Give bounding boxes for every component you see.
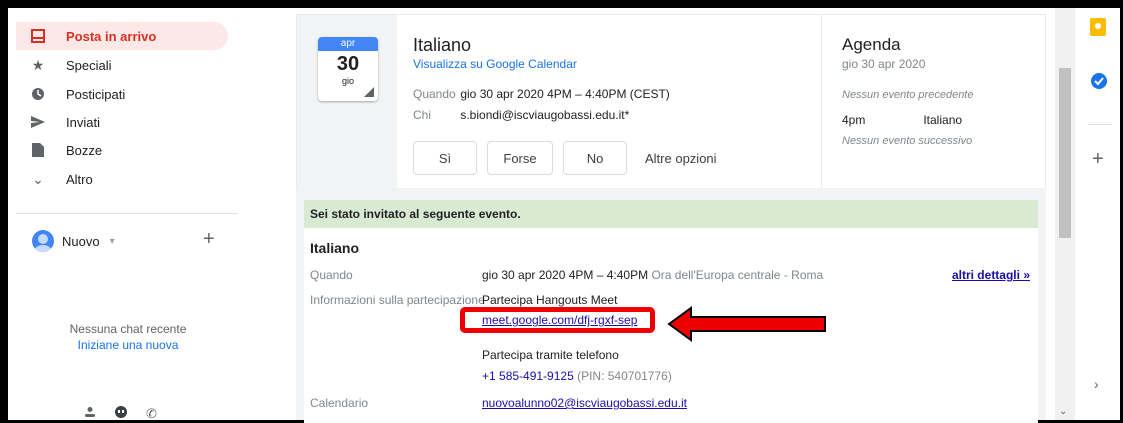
join-info-label: Informazioni sulla partecipazione: [310, 293, 485, 307]
agenda-title: Agenda: [842, 35, 901, 54]
when-label: Quando: [413, 87, 456, 101]
sidebar-item-label: Posta in arrivo: [66, 28, 157, 44]
avatar: [32, 230, 54, 252]
calendar-day: 30: [336, 53, 360, 75]
main-scrollbar[interactable]: ⌄: [1055, 8, 1075, 420]
event-title: Italiano: [413, 35, 472, 55]
calendar-date-badge: apr 30 gio: [318, 37, 378, 101]
add-addon-plus-icon[interactable]: +: [1092, 148, 1104, 171]
calendar-date-panel: apr 30 gio: [297, 15, 397, 190]
join-hangouts-text: Partecipa Hangouts Meet: [482, 293, 618, 307]
view-in-calendar-link[interactable]: Visualizza su Google Calendar: [413, 57, 577, 71]
rsvp-buttons: Sì Forse No Altre opzioni: [413, 141, 717, 175]
sidebar-item-label: Altro: [66, 171, 93, 187]
rsvp-no-button[interactable]: No: [563, 141, 627, 175]
inbox-icon: [30, 28, 46, 44]
event-when-row: Quando gio 30 apr 2020 4PM – 4:40PM (CES…: [413, 87, 670, 101]
sidebar-divider: [16, 213, 238, 214]
hangouts-chat-icon[interactable]: [114, 406, 128, 423]
sidebar-item-label: Bozze: [66, 142, 103, 158]
agenda-no-next: Nessun evento successivo: [842, 135, 973, 147]
calendar-email-link[interactable]: nuovoalunno02@iscviaugobassi.edu.it: [482, 396, 687, 410]
calendar-value: nuovoalunno02@iscviaugobassi.edu.it: [482, 396, 687, 410]
event-who-row: Chi s.biondi@iscviaugobassi.edu.it*: [413, 108, 629, 122]
keep-icon[interactable]: [1090, 18, 1108, 36]
sidebar-item-label: Inviati: [66, 114, 100, 130]
rsvp-maybe-button[interactable]: Forse: [487, 141, 553, 175]
send-icon: [30, 114, 46, 130]
sidebar-item-label: Speciali: [66, 57, 112, 73]
invite-when-label: Quando: [310, 268, 353, 282]
event-card: apr 30 gio Italiano Visualizza su Google…: [296, 14, 1047, 190]
tasks-icon[interactable]: [1090, 72, 1108, 90]
page-fold-icon: [364, 87, 374, 97]
more-details-link[interactable]: altri dettagli »: [952, 268, 1030, 282]
arrow-annotation-icon: [667, 306, 826, 342]
invite-banner: Sei stato invitato al seguente evento.: [304, 200, 1038, 228]
phone-number[interactable]: +1 585-491-9125: [482, 369, 574, 383]
rail-divider: [1088, 124, 1112, 125]
agenda-panel: Agenda gio 30 apr 2020 Nessun evento pre…: [821, 15, 1047, 190]
rsvp-yes-button[interactable]: Sì: [413, 141, 477, 175]
sidebar-item-inbox[interactable]: Posta in arrivo: [16, 22, 228, 50]
phone-row: +1 585-491-9125 (PIN: 540701776): [482, 369, 672, 383]
invite-title: Italiano: [310, 240, 360, 256]
no-chat-text: Nessuna chat recente: [69, 322, 187, 336]
sidebar-item-snoozed[interactable]: Posticipati: [16, 80, 228, 108]
side-panel-rail: + ›: [1080, 8, 1120, 420]
invite-when-time: gio 30 apr 2020 4PM – 4:40PM: [482, 268, 649, 282]
draft-icon: [30, 142, 46, 158]
main-content: apr 30 gio Italiano Visualizza su Google…: [296, 8, 1047, 423]
hangouts-user-name: Nuovo: [62, 233, 100, 249]
new-chat-plus-icon[interactable]: +: [203, 228, 215, 251]
left-sidebar: Posta in arrivo ★ Speciali Posticipati I…: [8, 8, 238, 423]
hangouts-user-selector[interactable]: Nuovo ▾: [32, 230, 115, 252]
more-options-button[interactable]: Altre opzioni: [645, 151, 717, 166]
scrollbar-thumb[interactable]: [1059, 68, 1071, 238]
sidebar-item-label: Posticipati: [66, 86, 126, 102]
phone-icon[interactable]: ✆: [146, 406, 157, 423]
highlight-box: [460, 307, 655, 333]
caret-down-icon: ▾: [109, 235, 115, 247]
calendar-month: apr: [318, 37, 378, 51]
agenda-event-time: 4pm: [842, 113, 866, 127]
sidebar-item-drafts[interactable]: Bozze: [16, 136, 228, 164]
sidebar-item-starred[interactable]: ★ Speciali: [16, 51, 228, 79]
when-value: gio 30 apr 2020 4PM – 4:40PM (CEST): [460, 87, 670, 101]
invite-when-timezone: Ora dell'Europa centrale - Roma: [651, 268, 824, 282]
chevron-right-icon[interactable]: ›: [1094, 376, 1099, 392]
sidebar-item-more[interactable]: ⌄ Altro: [16, 165, 228, 193]
clock-icon: [30, 86, 46, 102]
sidebar-item-sent[interactable]: Inviati: [16, 108, 228, 136]
calendar-weekday: gio: [341, 76, 354, 86]
chevron-down-icon: ⌄: [32, 170, 44, 187]
who-label: Chi: [413, 108, 432, 122]
start-new-chat-link[interactable]: Iniziane una nuova: [48, 337, 208, 353]
calendar-label: Calendario: [310, 396, 369, 410]
star-icon: ★: [31, 56, 45, 73]
no-recent-chats: Nessuna chat recente Iniziane una nuova: [48, 321, 208, 353]
contacts-icon[interactable]: [84, 406, 96, 423]
agenda-date: gio 30 apr 2020: [842, 57, 926, 71]
agenda-no-previous: Nessun evento precedente: [842, 89, 974, 101]
invite-when-value: gio 30 apr 2020 4PM – 4:40PM Ora dell'Eu…: [482, 268, 823, 282]
agenda-event-name: Italiano: [923, 113, 963, 127]
phone-pin: (PIN: 540701776): [577, 369, 672, 383]
who-value: s.biondi@iscviaugobassi.edu.it*: [460, 108, 630, 122]
scroll-down-icon[interactable]: ⌄: [1059, 406, 1067, 417]
hangouts-bottom-bar: ✆: [84, 406, 157, 423]
agenda-event[interactable]: 4pm Italiano: [842, 113, 962, 127]
join-phone-text: Partecipa tramite telefono: [482, 348, 619, 362]
